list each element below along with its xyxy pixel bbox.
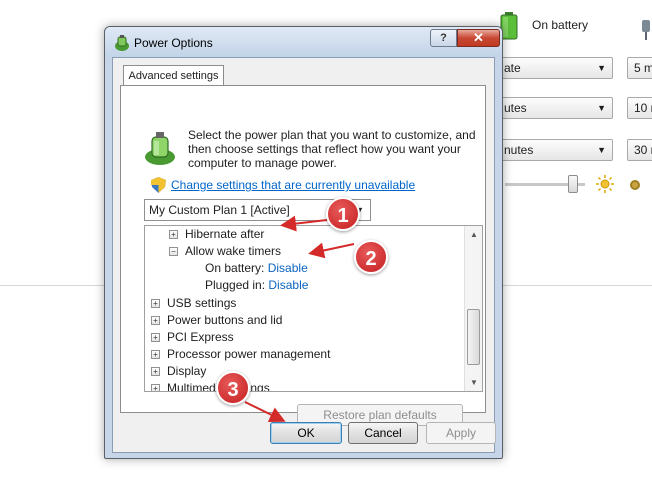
background-display-select-battery[interactable]: utes ▼ (497, 97, 613, 119)
background-hibernate-select-battery[interactable]: nutes ▼ (497, 139, 613, 161)
background-sleep-select-battery[interactable]: ate ▼ (497, 57, 613, 79)
collapse-icon[interactable]: − (169, 247, 178, 256)
advanced-settings-panel: Select the power plan that you want to c… (120, 85, 486, 426)
tree-item-multimedia[interactable]: + Multimedia settings (151, 380, 270, 391)
annotation-marker-2: 2 (354, 240, 388, 274)
scroll-down-icon[interactable]: ▼ (467, 376, 481, 390)
brightness-slider-thumb[interactable] (568, 175, 578, 193)
background-display-select-plugged[interactable]: 10 m (627, 97, 652, 119)
tree-item-display[interactable]: + Display (151, 363, 206, 380)
ok-button[interactable]: OK (270, 422, 342, 444)
cancel-button[interactable]: Cancel (348, 422, 418, 444)
expand-icon[interactable]: + (151, 333, 160, 342)
power-plan-icon (145, 132, 175, 165)
apply-button[interactable]: Apply (426, 422, 496, 444)
uac-shield-icon (151, 177, 166, 193)
plugged-in-value[interactable]: Disable (268, 278, 308, 292)
tree-scrollbar[interactable]: ▲ ▼ (464, 226, 482, 391)
scroll-up-icon[interactable]: ▲ (467, 228, 481, 242)
on-battery-label: On battery (532, 18, 589, 32)
tree-item-pci-express[interactable]: + PCI Express (151, 329, 234, 346)
tree-item-hibernate[interactable]: + Hibernate after (169, 226, 264, 243)
on-battery-value[interactable]: Disable (268, 261, 308, 275)
help-button[interactable]: ? (430, 29, 457, 47)
change-unavailable-settings-link[interactable]: Change settings that are currently unava… (171, 178, 415, 192)
plug-icon (642, 20, 650, 40)
power-options-app-icon (115, 35, 129, 51)
tree-item-allow-wake-timers[interactable]: − Allow wake timers (169, 243, 281, 260)
tree-item-plugged-in[interactable]: Plugged in: Disable (205, 277, 308, 294)
tab-advanced-settings[interactable]: Advanced settings (123, 65, 224, 86)
tree-item-power-buttons[interactable]: + Power buttons and lid (151, 312, 282, 329)
title-bar[interactable]: Power Options ? ✕ (105, 27, 502, 57)
tree-item-processor-power[interactable]: + Processor power management (151, 346, 330, 363)
expand-icon[interactable]: + (169, 230, 178, 239)
brightness-dim-icon (630, 180, 640, 190)
scrollbar-thumb[interactable] (467, 309, 480, 365)
tree-item-usb-settings[interactable]: + USB settings (151, 295, 236, 312)
expand-icon[interactable]: + (151, 367, 160, 376)
close-button[interactable]: ✕ (457, 29, 500, 47)
power-options-dialog: Power Options ? ✕ Advanced settings Sele… (104, 26, 503, 459)
expand-icon[interactable]: + (151, 316, 160, 325)
dialog-client-area: Advanced settings Select the power plan … (112, 57, 496, 453)
background-hibernate-select-plugged[interactable]: 30 m (627, 139, 652, 161)
tree-item-on-battery[interactable]: On battery: Disable (205, 260, 308, 277)
plan-description: Select the power plan that you want to c… (188, 128, 476, 170)
annotation-marker-3: 3 (216, 371, 250, 405)
settings-tree: + Hibernate after − Allow wake timers On… (144, 225, 483, 392)
expand-icon[interactable]: + (151, 384, 160, 391)
dialog-title: Power Options (134, 36, 213, 50)
expand-icon[interactable]: + (151, 350, 160, 359)
expand-icon[interactable]: + (151, 299, 160, 308)
background-sleep-select-plugged[interactable]: 5 m (627, 57, 652, 79)
annotation-marker-1: 1 (326, 197, 360, 231)
brightness-sun-icon (596, 175, 614, 193)
